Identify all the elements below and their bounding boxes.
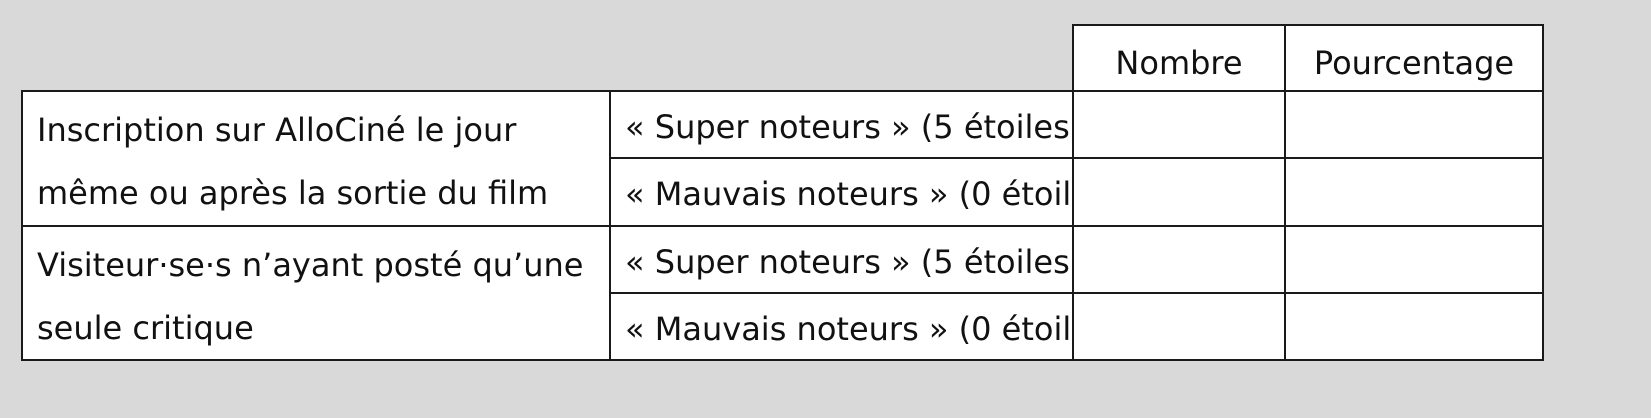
- group-cell-single-review-visitors: Visiteur·se·s n’ayant posté qu’une seule…: [21, 225, 611, 361]
- percentage-cell: [1284, 90, 1544, 159]
- row-label: « Mauvais noteurs » (0 étoile): [625, 175, 1074, 213]
- percentage-column-header: Pourcentage: [1284, 24, 1544, 92]
- percentage-cell: [1284, 225, 1544, 294]
- percentage-cell: [1284, 157, 1544, 227]
- count-cell: [1072, 292, 1286, 361]
- group-label: Inscription sur AlloCiné le jour même ou…: [37, 111, 549, 212]
- percentage-cell: [1284, 292, 1544, 361]
- count-cell: [1072, 90, 1286, 159]
- count-cell: [1072, 157, 1286, 227]
- count-cell: [1072, 225, 1286, 294]
- row-label: « Super noteurs » (5 étoiles): [625, 242, 1074, 281]
- count-column-header: Nombre: [1072, 24, 1286, 92]
- rating-table: Nombre Pourcentage Inscription sur AlloC…: [21, 24, 1627, 379]
- row-label-super-raters: « Super noteurs » (5 étoiles): [609, 90, 1074, 159]
- count-header-label: Nombre: [1115, 44, 1243, 82]
- row-label: « Super noteurs » (5 étoiles): [625, 107, 1074, 146]
- group-cell-registration: Inscription sur AlloCiné le jour même ou…: [21, 90, 611, 227]
- group-label: Visiteur·se·s n’ayant posté qu’une seule…: [37, 246, 584, 347]
- row-label-super-raters: « Super noteurs » (5 étoiles): [609, 225, 1074, 294]
- row-label-bad-raters: « Mauvais noteurs » (0 étoile): [609, 292, 1074, 361]
- row-label: « Mauvais noteurs » (0 étoile): [625, 309, 1074, 348]
- percentage-header-label: Pourcentage: [1313, 44, 1515, 82]
- row-label-bad-raters: « Mauvais noteurs » (0 étoile): [609, 157, 1074, 227]
